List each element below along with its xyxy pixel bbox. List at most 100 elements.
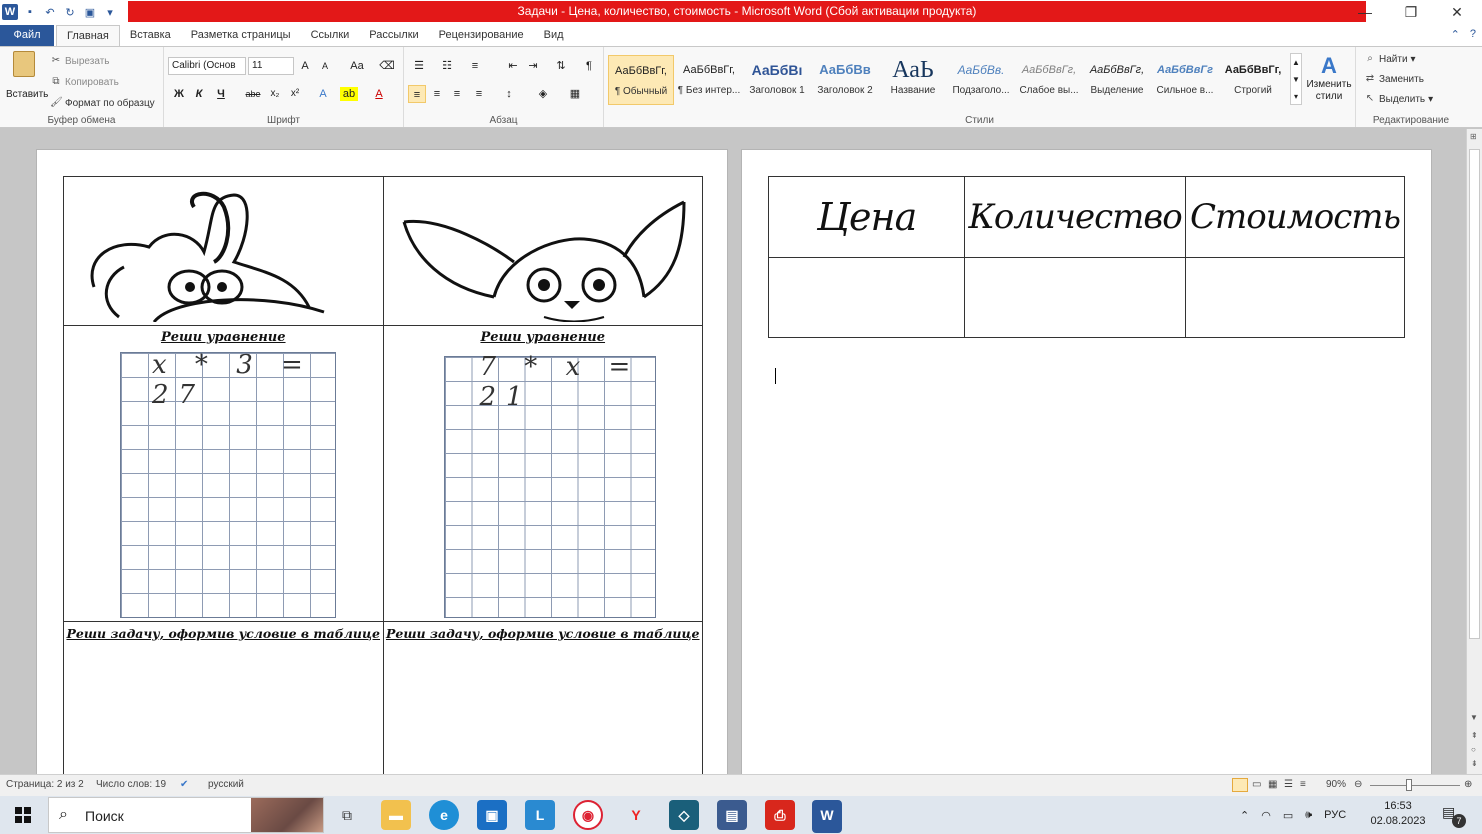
minimize-icon[interactable]: — <box>1342 0 1388 24</box>
zoom-slider-thumb[interactable] <box>1406 779 1412 791</box>
page-count[interactable]: Страница: 2 из 2 <box>6 779 84 790</box>
grow-font-button[interactable]: A <box>296 57 314 75</box>
customize-qat-icon[interactable]: ▾ <box>102 4 118 20</box>
volume-icon[interactable]: 🕪 <box>1305 809 1312 822</box>
zoom-level[interactable]: 90% <box>1326 779 1346 790</box>
text-effects-icon[interactable]: A <box>314 85 332 103</box>
input-language[interactable]: РУС <box>1324 809 1346 821</box>
clear-format-icon[interactable]: ⌫ <box>378 57 396 75</box>
bullets-icon[interactable]: ☰ <box>410 57 428 75</box>
change-case-button[interactable]: Aa <box>344 57 370 75</box>
tab-page-layout[interactable]: Разметка страницы <box>181 25 301 46</box>
header-cost[interactable]: Стоимость <box>1185 176 1405 258</box>
tab-references[interactable]: Ссылки <box>301 25 360 46</box>
tab-mailings[interactable]: Рассылки <box>359 25 428 46</box>
browse-object-icon[interactable]: ⇞ ○ ⇟ <box>1471 729 1478 771</box>
style-title[interactable]: АаЬ Название <box>880 55 946 105</box>
style-heading-2[interactable]: АаБбВв Заголовок 2 <box>812 55 878 105</box>
store-icon[interactable]: ▣ <box>477 800 507 830</box>
print-layout-icon[interactable] <box>1232 778 1248 792</box>
format-painter-button[interactable]: 🖌 Формат по образцу <box>50 97 155 109</box>
copy-button[interactable]: ⧉ Копировать <box>50 76 118 88</box>
style-subtitle[interactable]: АаБбВв. Подзаголо... <box>948 55 1014 105</box>
decrease-indent-icon[interactable]: ⇤ <box>504 57 522 75</box>
restore-icon[interactable]: ❐ <box>1388 0 1434 24</box>
line-spacing-icon[interactable]: ↕ <box>500 85 518 103</box>
style-intense-emphasis[interactable]: АаБбВвГг Сильное в... <box>1152 55 1218 105</box>
full-screen-view-icon[interactable]: ▭ <box>1252 779 1261 790</box>
yandex-icon[interactable]: Y <box>621 800 651 830</box>
zoom-in-icon[interactable]: ⊕ <box>1464 779 1472 790</box>
header-quantity[interactable]: Количество <box>964 176 1187 258</box>
taskbar-search[interactable]: ⌕ Поиск <box>48 797 324 833</box>
sort-icon[interactable]: ⇅ <box>552 57 570 75</box>
tab-home[interactable]: Главная <box>56 25 120 46</box>
zoom-out-icon[interactable]: ⊖ <box>1354 779 1362 790</box>
style-heading-1[interactable]: АаБбВı Заголовок 1 <box>744 55 810 105</box>
edge-icon[interactable]: e <box>429 800 459 830</box>
page-1[interactable]: Реши уравнение x * 3 = 27 Реши уравнение… <box>36 149 728 774</box>
replace-button[interactable]: ⇄ Заменить <box>1364 73 1424 85</box>
font-name-combo[interactable]: Calibri (Основ <box>168 57 246 75</box>
security-icon[interactable]: ◇ <box>669 800 699 830</box>
collapse-ribbon-icon[interactable]: ⌃ <box>1451 28 1460 41</box>
font-color-icon[interactable]: A <box>370 85 388 103</box>
ruler-toggle-icon[interactable]: ⊞ <box>1470 132 1477 141</box>
multilevel-list-icon[interactable]: ≡ <box>466 57 484 75</box>
task-view-icon[interactable]: ⧉ <box>332 800 362 830</box>
windows-start-icon[interactable] <box>0 796 46 834</box>
style-subtle-emphasis[interactable]: АаБбВвГг, Слабое вы... <box>1016 55 1082 105</box>
file-explorer-icon[interactable]: ▬ <box>381 800 411 830</box>
draft-view-icon[interactable]: ≡ <box>1300 779 1306 790</box>
show-marks-button[interactable]: ¶ <box>580 57 598 75</box>
cell-cost[interactable] <box>1185 257 1405 338</box>
undo-icon[interactable]: ↶ <box>42 4 58 20</box>
subscript-button[interactable]: x₂ <box>266 85 284 103</box>
underline-button[interactable]: Ч <box>212 85 230 103</box>
tab-insert[interactable]: Вставка <box>120 25 181 46</box>
tab-view[interactable]: Вид <box>534 25 574 46</box>
page-2[interactable]: Цена Количество Стоимость <box>741 149 1432 774</box>
justify-icon[interactable]: ≡ <box>470 85 488 103</box>
web-layout-icon[interactable]: ▦ <box>1268 779 1277 790</box>
paste-button[interactable]: Вставить <box>6 51 48 100</box>
shrink-font-button[interactable]: A <box>316 57 334 75</box>
open-folder-icon[interactable]: ▣ <box>82 4 98 20</box>
battery-icon[interactable]: ▭ <box>1283 809 1293 822</box>
style-emphasis[interactable]: АаБбВвГг, Выделение <box>1084 55 1150 105</box>
strikethrough-button[interactable]: abe <box>242 85 264 103</box>
close-icon[interactable]: ✕ <box>1434 0 1480 24</box>
bold-button[interactable]: Ж <box>170 85 188 103</box>
redo-icon[interactable]: ↻ <box>62 4 78 20</box>
cut-button[interactable]: ✂ Вырезать <box>50 55 110 67</box>
opera-like-icon[interactable]: ◉ <box>573 800 603 830</box>
find-button[interactable]: ⌕ Найти ▾ <box>1364 53 1415 65</box>
styles-scroll[interactable]: ▲ ▼ ▾ <box>1290 53 1302 105</box>
word-logo-icon[interactable]: W <box>2 4 18 20</box>
spellcheck-icon[interactable]: ✔ <box>180 779 188 790</box>
shading-icon[interactable]: ◈ <box>534 85 552 103</box>
scroll-down-icon[interactable]: ▼ <box>1470 713 1478 722</box>
language[interactable]: русский <box>208 779 244 790</box>
italic-button[interactable]: К <box>190 85 208 103</box>
cell-quantity[interactable] <box>964 257 1187 338</box>
select-button[interactable]: ↖ Выделить ▾ <box>1364 93 1433 105</box>
outline-view-icon[interactable]: ☰ <box>1284 779 1293 790</box>
superscript-button[interactable]: x² <box>286 85 304 103</box>
clock[interactable]: 16:53 02.08.2023 <box>1366 799 1430 829</box>
zoom-slider[interactable] <box>1370 785 1460 786</box>
save-icon[interactable]: ▪ <box>22 4 38 20</box>
style-no-spacing[interactable]: АаБбВвГг, ¶ Без интер... <box>676 55 742 105</box>
vertical-scrollbar[interactable]: ⊞ ▼ ⇞ ○ ⇟ <box>1466 129 1482 774</box>
header-price[interactable]: Цена <box>767 176 966 258</box>
word-taskbar-icon[interactable]: W <box>812 800 842 830</box>
scrollbar-thumb[interactable] <box>1469 149 1480 639</box>
tab-file[interactable]: Файл <box>0 25 54 46</box>
font-size-combo[interactable]: 11 <box>248 57 294 75</box>
wifi-icon[interactable]: ◠ <box>1261 809 1271 822</box>
numbering-icon[interactable]: ☷ <box>438 57 456 75</box>
l-app-icon[interactable]: L <box>525 800 555 830</box>
highlight-icon[interactable]: ab <box>340 87 358 101</box>
chevron-up-icon[interactable]: ⌃ <box>1240 809 1249 822</box>
align-center-icon[interactable]: ≡ <box>428 85 446 103</box>
